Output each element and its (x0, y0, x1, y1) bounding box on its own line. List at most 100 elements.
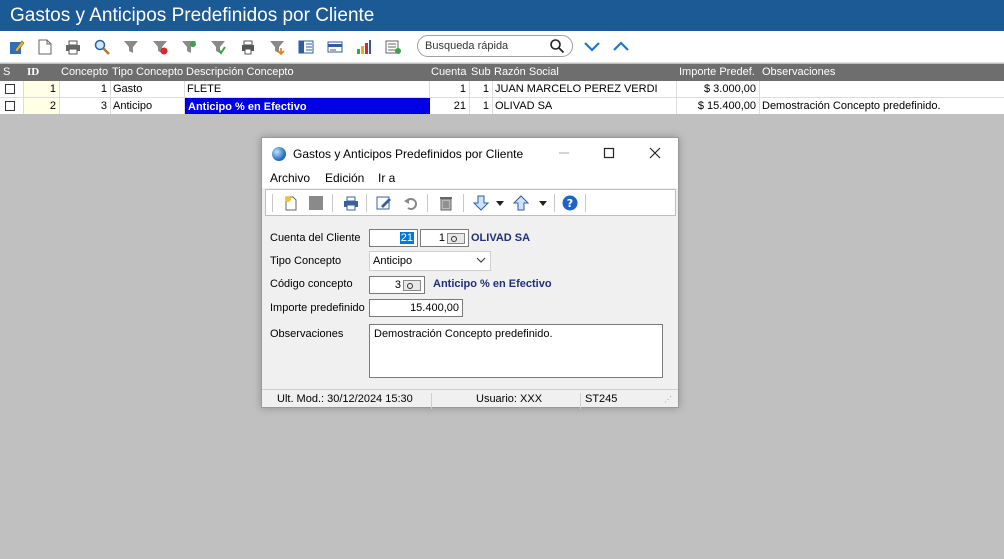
edit-icon[interactable] (8, 38, 26, 56)
observaciones-value: Demostración Concepto predefinido. (374, 328, 553, 340)
search-icon[interactable] (93, 38, 111, 56)
cell-id: 2 (24, 98, 60, 114)
status-code: ST245 (585, 393, 618, 405)
cell-razon: JUAN MARCELO PEREZ VERDI (493, 81, 677, 97)
new-document-icon[interactable] (36, 38, 54, 56)
quick-search[interactable] (417, 35, 573, 57)
menu-ir-a[interactable]: Ir a (378, 171, 395, 185)
filter-add-icon[interactable] (180, 38, 198, 56)
cuenta-label: Cuenta del Cliente (270, 232, 361, 244)
cell-razon: OLIVAD SA (493, 98, 677, 114)
resize-grip-icon[interactable]: ⋰ (664, 395, 672, 404)
print-icon[interactable] (343, 195, 359, 211)
cell-id: 1 (24, 81, 60, 97)
table-row[interactable]: 2 3 Anticipo Anticipo % en Efectivo 21 1… (0, 97, 1004, 114)
cell-descripcion-selected[interactable]: Anticipo % en Efectivo (185, 98, 430, 114)
cuenta-field[interactable]: 21 (369, 229, 418, 247)
codigo-description: Anticipo % en Efectivo (433, 278, 552, 290)
dropdown-caret-icon[interactable] (492, 195, 508, 211)
col-observaciones[interactable]: Observaciones (762, 66, 835, 78)
row-checkbox[interactable] (5, 101, 15, 111)
card-icon[interactable] (326, 38, 344, 56)
settings-icon[interactable] (384, 38, 402, 56)
window-title-text: Gastos y Anticipos Predefinidos por Clie… (10, 5, 375, 26)
row-checkbox[interactable] (5, 84, 15, 94)
importe-value: 15.400,00 (410, 302, 459, 314)
menu-archivo[interactable]: Archivo (270, 171, 310, 185)
col-concepto[interactable]: Concepto (61, 66, 108, 78)
importe-label: Importe predefinido (270, 302, 365, 314)
minimize-icon[interactable] (552, 143, 576, 163)
col-descripcion[interactable]: Descripción Concepto (186, 66, 294, 78)
filter-icon[interactable] (122, 38, 140, 56)
filter-check-icon[interactable] (209, 38, 227, 56)
cell-descripcion: FLETE (185, 81, 430, 97)
cell-concepto: 1 (60, 81, 111, 97)
save-icon[interactable] (308, 195, 324, 211)
row-select (0, 98, 24, 114)
toolbar-separator (554, 194, 555, 212)
toolbar-separator (332, 194, 333, 212)
delete-icon[interactable] (438, 195, 454, 211)
toolbar-separator (463, 194, 464, 212)
tipo-select[interactable]: Anticipo (369, 251, 491, 271)
col-razon[interactable]: Razón Social (494, 66, 559, 78)
client-name: OLIVAD SA (471, 232, 531, 244)
chevron-down-icon[interactable] (582, 38, 602, 54)
dropdown-caret-icon[interactable] (535, 195, 551, 211)
row-select (0, 81, 24, 97)
lookup-icon[interactable] (447, 233, 465, 244)
toolbar-grip (272, 194, 273, 212)
edit-icon[interactable] (376, 195, 392, 211)
col-s[interactable]: S (3, 66, 10, 78)
col-id[interactable]: ID (27, 66, 39, 78)
col-importe[interactable]: Importe Predef. (679, 66, 755, 78)
columns-icon[interactable] (297, 38, 315, 56)
chart-icon[interactable] (355, 38, 373, 56)
filter-clear-icon[interactable] (151, 38, 169, 56)
edit-dialog: Gastos y Anticipos Predefinidos por Clie… (261, 137, 679, 409)
status-divider (431, 393, 432, 409)
cell-sub: 1 (470, 81, 493, 97)
cell-observaciones: Demostración Concepto predefinido. (762, 100, 941, 112)
print-icon[interactable] (64, 38, 82, 56)
dialog-statusbar: Ult. Mod.: 30/12/2024 15:30 Usuario: XXX… (262, 389, 678, 409)
cell-observaciones (760, 81, 1004, 97)
menu-edicion[interactable]: Edición (325, 171, 364, 185)
arrow-down-icon[interactable] (473, 195, 489, 211)
search-input[interactable] (425, 39, 545, 53)
toolbar-separator (585, 194, 586, 212)
app-globe-icon (272, 147, 286, 161)
observaciones-textarea[interactable]: Demostración Concepto predefinido. (369, 324, 663, 378)
col-cuenta[interactable]: Cuenta (431, 66, 466, 78)
tipo-label: Tipo Concepto (270, 255, 342, 267)
dialog-titlebar[interactable]: Gastos y Anticipos Predefinidos por Clie… (262, 138, 678, 169)
maximize-icon[interactable] (597, 143, 621, 163)
importe-field[interactable]: 15.400,00 (369, 299, 463, 317)
print-preview-icon[interactable] (239, 38, 257, 56)
cell-tipo: Gasto (111, 81, 185, 97)
lookup-icon[interactable] (403, 280, 421, 291)
chevron-down-icon[interactable] (476, 255, 486, 265)
export-icon[interactable] (268, 38, 286, 56)
close-icon[interactable] (643, 143, 667, 163)
grid-header: S ID Concepto Tipo Concepto Descripción … (0, 64, 1004, 81)
cell-cuenta: 1 (430, 81, 470, 97)
sub-field[interactable]: 1 (420, 229, 469, 247)
cell-tipo: Anticipo (111, 98, 185, 114)
col-tipo[interactable]: Tipo Concepto (112, 66, 183, 78)
undo-icon[interactable] (403, 195, 419, 211)
chevron-up-icon[interactable] (611, 38, 631, 54)
help-icon[interactable]: ? (562, 195, 578, 211)
arrow-up-icon[interactable] (513, 195, 529, 211)
cell-concepto: 3 (60, 98, 111, 114)
table-row[interactable]: 1 1 Gasto FLETE 1 1 JUAN MARCELO PEREZ V… (0, 81, 1004, 97)
toolbar-separator (427, 194, 428, 212)
magnifier-icon[interactable] (549, 38, 565, 54)
cell-importe: $ 15.400,00 (677, 98, 760, 114)
cell-cuenta: 21 (430, 98, 470, 114)
codigo-field[interactable]: 3 (369, 276, 425, 294)
col-sub[interactable]: Sub (471, 66, 491, 78)
toolbar-separator (366, 194, 367, 212)
new-record-icon[interactable] (283, 195, 299, 211)
